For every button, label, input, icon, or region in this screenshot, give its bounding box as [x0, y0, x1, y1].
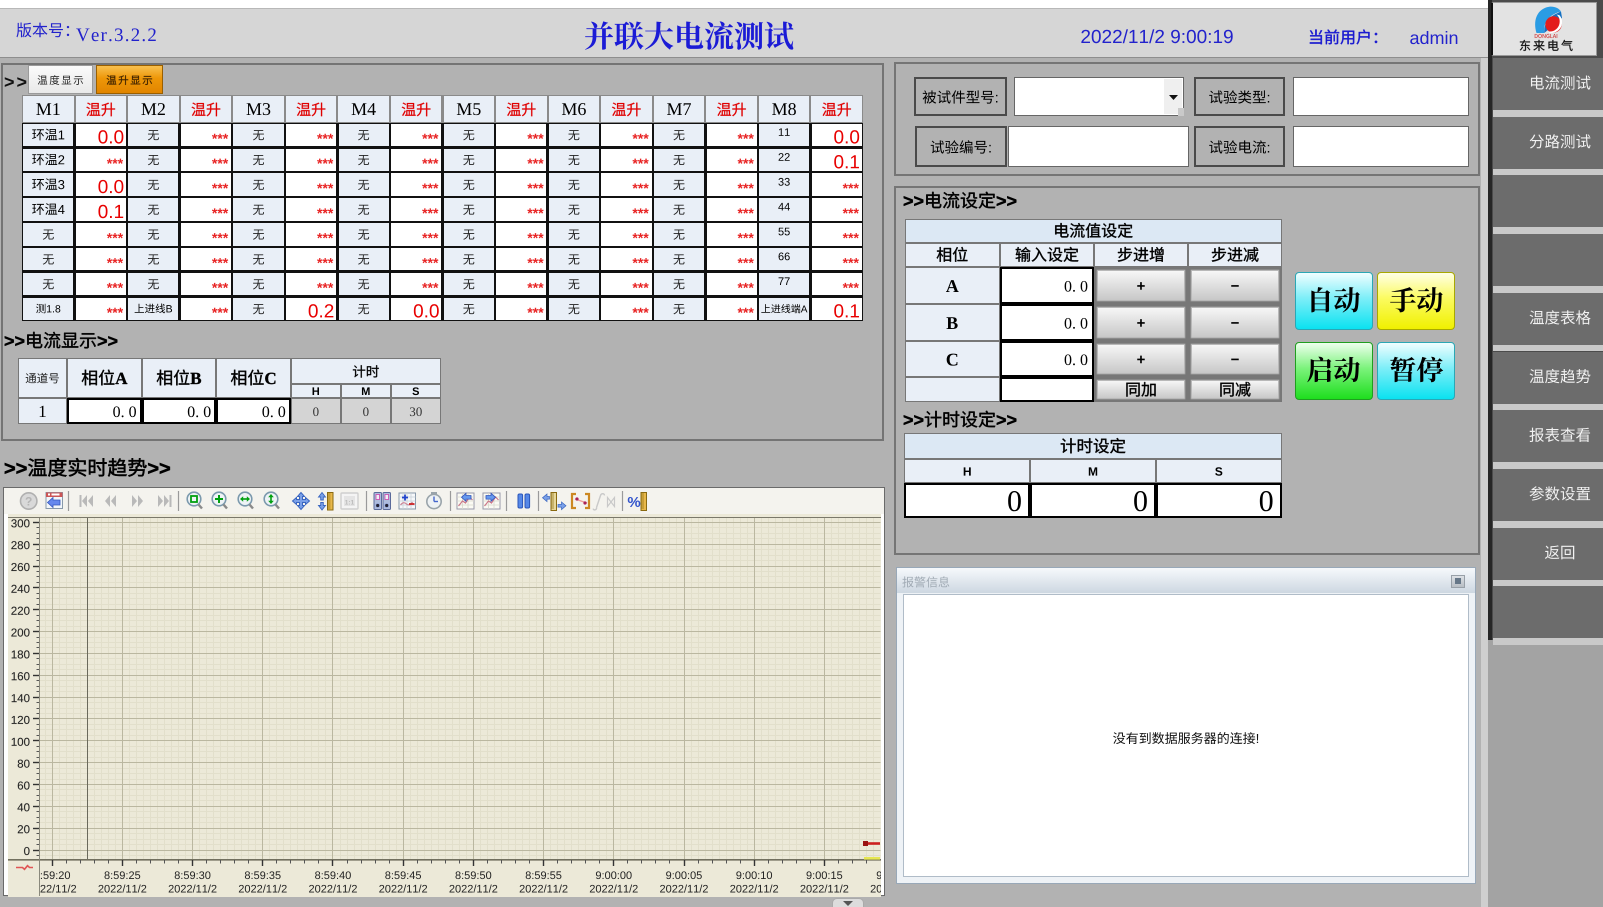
svg-text:%: %	[627, 494, 640, 511]
svg-text:1:1: 1:1	[345, 500, 355, 507]
svg-text:?: ?	[25, 495, 32, 509]
